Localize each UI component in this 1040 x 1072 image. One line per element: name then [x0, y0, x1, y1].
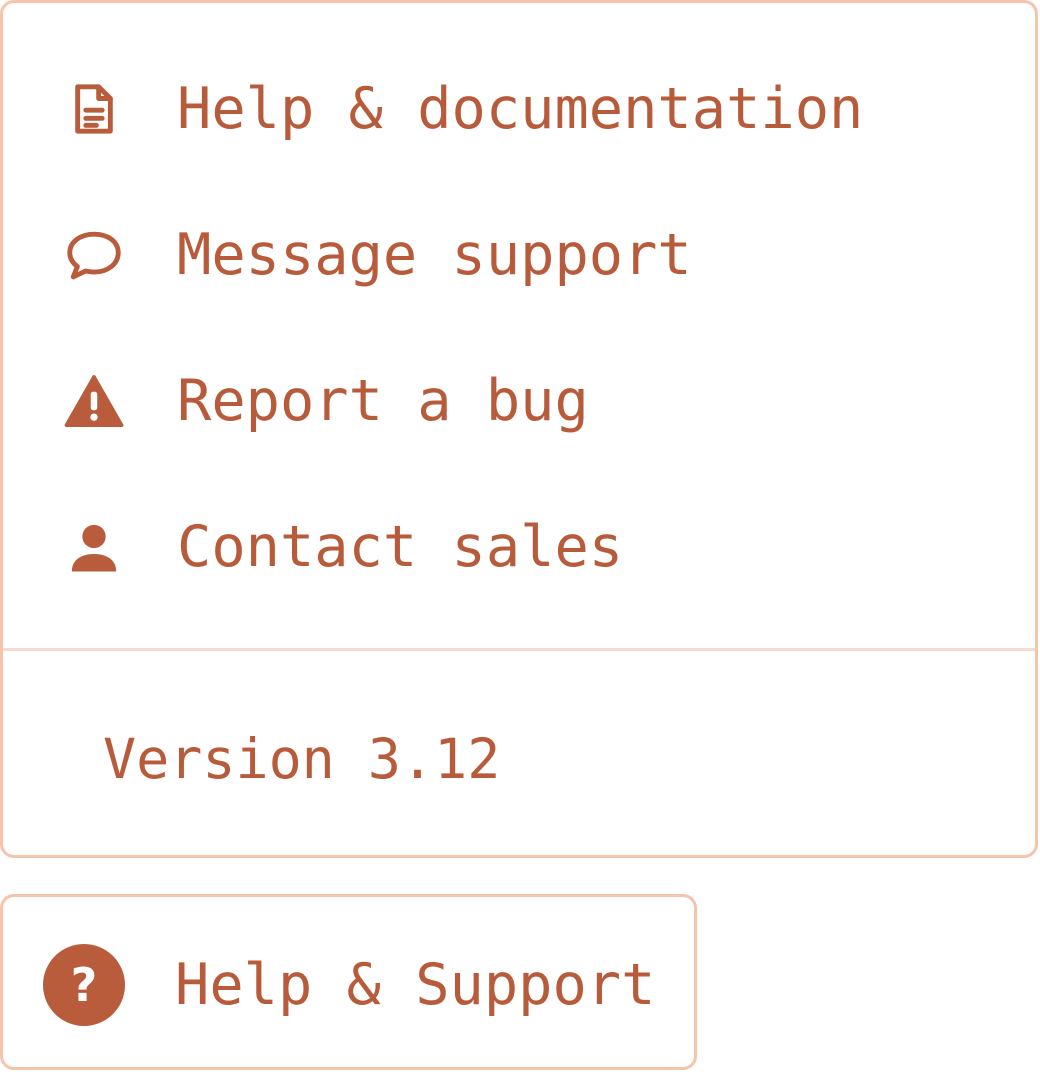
menu-item-help-documentation[interactable]: Help & documentation [3, 49, 1035, 169]
menu-item-label: Report a bug [177, 367, 589, 434]
help-menu-panel: Help & documentation Message support Rep… [0, 0, 1038, 858]
menu-item-label: Contact sales [177, 513, 624, 580]
menu-item-contact-sales[interactable]: Contact sales [3, 487, 1035, 607]
document-icon [61, 76, 127, 142]
menu-item-label: Help & documentation [177, 75, 864, 142]
help-support-button[interactable]: ? Help & Support [0, 894, 697, 1070]
question-circle-icon: ? [43, 944, 125, 1026]
person-icon [61, 514, 127, 580]
version-label: Version 3.12 [103, 727, 501, 791]
menu-item-report-bug[interactable]: Report a bug [3, 341, 1035, 461]
help-support-label: Help & Support [175, 952, 656, 1018]
menu-item-message-support[interactable]: Message support [3, 195, 1035, 315]
menu-item-label: Message support [177, 221, 692, 288]
warning-icon [61, 368, 127, 434]
chat-bubble-icon [61, 222, 127, 288]
menu-divider [3, 648, 1035, 651]
